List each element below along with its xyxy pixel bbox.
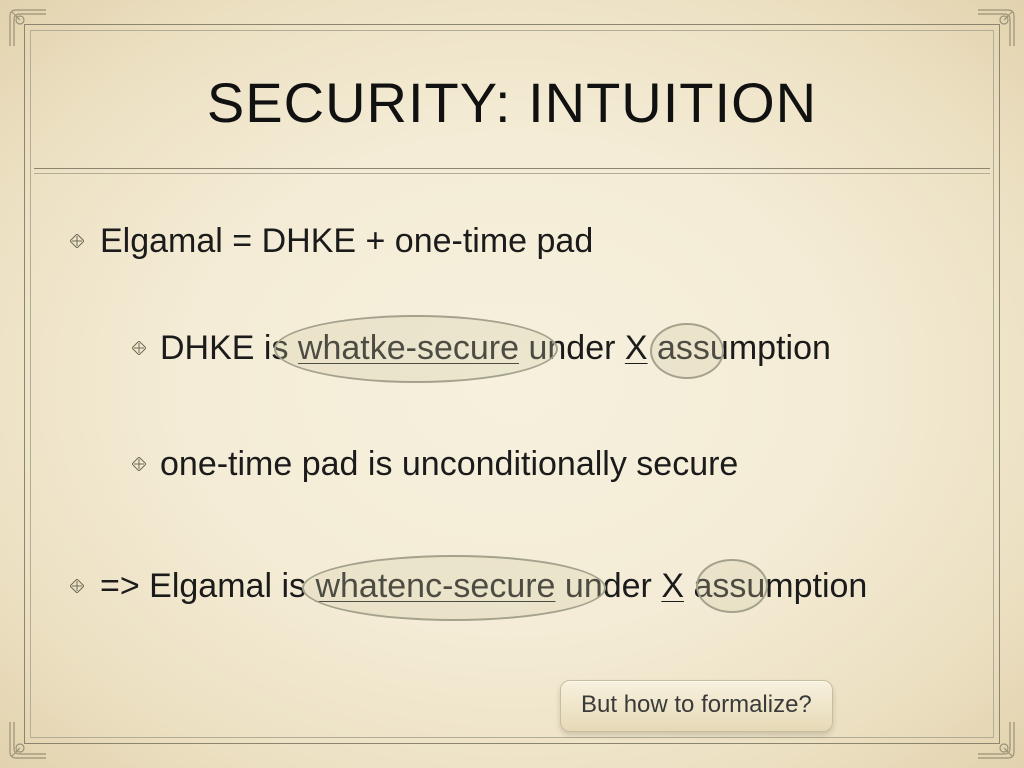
slide-title: SECURITY: INTUITION [0,70,1024,135]
title-divider [34,168,990,169]
underline-term: X [625,329,648,367]
bullet-text: => Elgamal is whatenc-secure under X ass… [100,567,867,605]
slide-body: Elgamal = DHKE + one-time pad DHKE is wh… [80,220,954,641]
underline-term: whatenc-secure [315,567,555,605]
bullet-text: Elgamal = DHKE + one-time pad [100,222,593,260]
bullet-item: one-time pad is unconditionally secure [80,443,954,486]
bullet-item: DHKE is whatke-secure under X assumption [80,327,954,370]
corner-ornament-icon [974,6,1018,50]
underline-term: whatke-secure [298,329,519,367]
bullet-item: Elgamal = DHKE + one-time pad [80,220,954,263]
slide: SECURITY: INTUITION Elgamal = DHKE + one… [0,0,1024,768]
bullet-text: one-time pad is unconditionally secure [160,445,738,483]
bullet-text: DHKE is whatke-secure under X assumption [160,329,831,367]
corner-ornament-icon [974,718,1018,762]
bullet-icon [132,341,146,355]
bullet-icon [132,457,146,471]
corner-ornament-icon [6,6,50,50]
callout-note: But how to formalize? [560,680,833,732]
bullet-icon [70,579,84,593]
corner-ornament-icon [6,718,50,762]
title-divider [34,173,990,174]
bullet-icon [70,234,84,248]
bullet-item: => Elgamal is whatenc-secure under X ass… [80,565,954,608]
underline-term: X [661,567,684,605]
